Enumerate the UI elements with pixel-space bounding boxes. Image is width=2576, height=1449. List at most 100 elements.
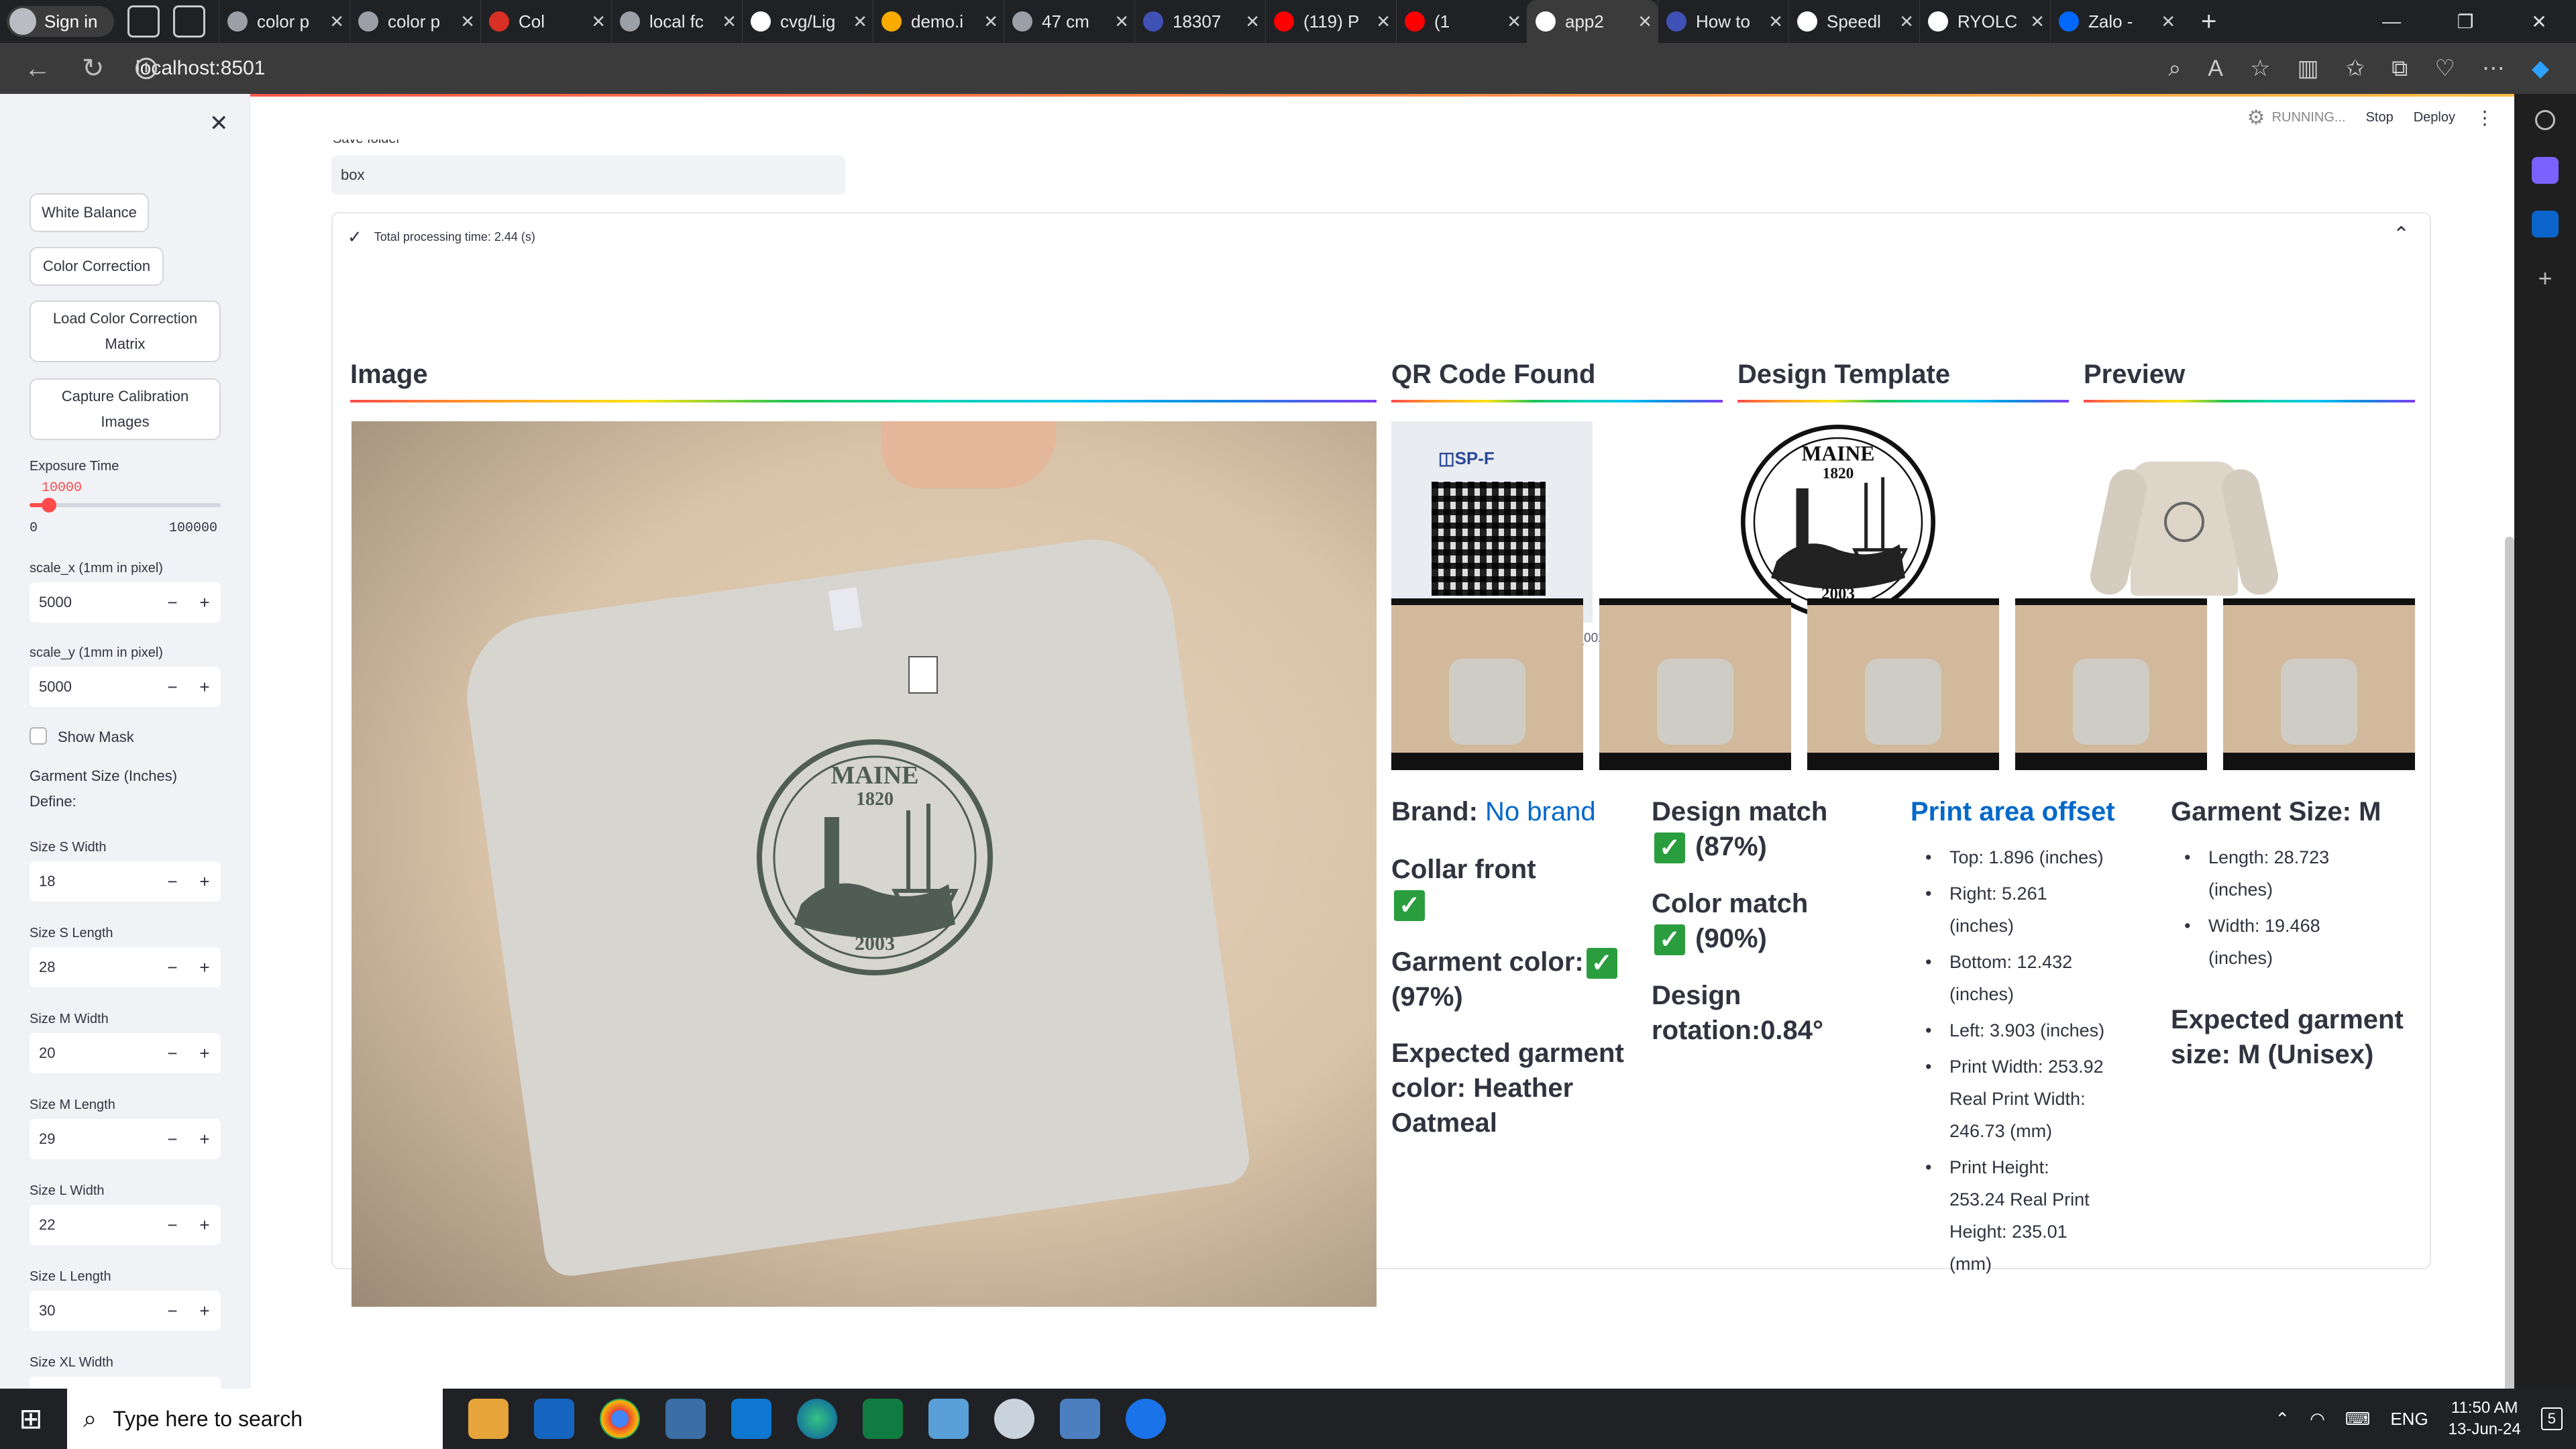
zalo-app-icon[interactable] — [1126, 1399, 1166, 1439]
restore-icon[interactable]: ❐ — [2428, 11, 2502, 33]
save-folder-input[interactable]: box — [331, 156, 845, 195]
close-tab-icon[interactable]: ✕ — [983, 11, 998, 32]
scale-x-value[interactable]: 5000 — [30, 594, 156, 611]
chrome-icon[interactable] — [600, 1399, 640, 1439]
browser-tab[interactable]: (119) P ✕ — [1265, 0, 1396, 43]
size-value[interactable]: 29 — [30, 1130, 156, 1148]
copilot-sidebar-icon[interactable] — [2532, 157, 2559, 184]
new-tab-icon[interactable]: + — [2201, 7, 2216, 37]
browser-tab[interactable]: color p ✕ — [219, 0, 350, 43]
size-input[interactable]: 18− + — [30, 861, 221, 902]
size-value[interactable]: 22 — [30, 1216, 156, 1234]
close-tab-icon[interactable]: ✕ — [1376, 11, 1391, 32]
increment-button[interactable]: + — [189, 1215, 221, 1236]
load-color-correction-matrix-button[interactable]: Load Color Correction Matrix — [30, 301, 221, 362]
decrement-button[interactable]: − — [156, 1129, 189, 1150]
outlook-icon[interactable] — [2532, 211, 2559, 237]
keyboard-icon[interactable]: ⌨ — [2345, 1409, 2371, 1430]
workspaces-icon[interactable] — [127, 5, 160, 38]
copilot-icon[interactable]: ◆ — [2532, 55, 2549, 82]
decrement-button[interactable]: − — [156, 592, 189, 613]
browser-tab[interactable]: Speedl ✕ — [1788, 0, 1919, 43]
decrement-button[interactable]: − — [156, 677, 189, 698]
size-value[interactable]: 18 — [30, 873, 156, 890]
show-mask-checkbox[interactable] — [30, 727, 47, 745]
close-tab-icon[interactable]: ✕ — [460, 11, 475, 32]
taskbar-search[interactable]: ⌕ Type here to search — [67, 1389, 443, 1449]
chevron-up-icon[interactable]: ⌃ — [2275, 1409, 2290, 1430]
close-tab-icon[interactable]: ✕ — [722, 11, 737, 32]
close-tab-icon[interactable]: ✕ — [1114, 11, 1129, 32]
add-icon[interactable]: + — [2532, 264, 2559, 292]
increment-button[interactable]: + — [189, 592, 221, 613]
close-tab-icon[interactable]: ✕ — [1899, 11, 1914, 32]
close-tab-icon[interactable]: ✕ — [329, 11, 344, 32]
read-aloud-icon[interactable]: A — [2208, 56, 2223, 82]
size-input[interactable]: 29− + — [30, 1119, 221, 1159]
store-icon[interactable] — [534, 1399, 574, 1439]
close-tab-icon[interactable]: ✕ — [591, 11, 606, 32]
decrement-button[interactable]: − — [156, 1301, 189, 1322]
browser-tab[interactable]: demo.i ✕ — [873, 0, 1004, 43]
main-menu-icon[interactable]: ⋮ — [2475, 107, 2494, 129]
browser-tab[interactable]: Col ✕ — [480, 0, 611, 43]
excel-icon[interactable] — [863, 1399, 903, 1439]
browser-tab[interactable]: RYOLC ✕ — [1919, 0, 2050, 43]
scale-y-value[interactable]: 5000 — [30, 678, 156, 696]
close-window-icon[interactable]: ✕ — [2502, 11, 2576, 33]
size-value[interactable]: 30 — [30, 1302, 156, 1320]
size-value[interactable]: 20 — [30, 1044, 156, 1062]
browser-essentials-icon[interactable]: ♡ — [2434, 55, 2455, 82]
page-scrollbar[interactable] — [2505, 537, 2514, 1389]
capture-calibration-images-button[interactable]: Capture Calibration Images — [30, 378, 221, 440]
browser-tab[interactable]: How to ✕ — [1658, 0, 1788, 43]
size-input[interactable]: 20− + — [30, 1033, 221, 1073]
vscode-icon[interactable] — [731, 1399, 771, 1439]
scale-x-input[interactable]: 5000 − + — [30, 582, 221, 623]
close-tab-icon[interactable]: ✕ — [853, 11, 867, 32]
scale-y-input[interactable]: 5000 − + — [30, 667, 221, 707]
close-tab-icon[interactable]: ✕ — [1638, 11, 1652, 32]
favorites-icon[interactable]: ✩ — [2346, 55, 2365, 82]
close-tab-icon[interactable]: ✕ — [2030, 11, 2045, 32]
search-icon[interactable] — [2535, 110, 2555, 130]
size-input[interactable]: 24−+ — [30, 1377, 221, 1389]
file-explorer-icon[interactable] — [468, 1399, 508, 1439]
language-indicator[interactable]: ENG — [2390, 1409, 2428, 1430]
browser-tab[interactable]: Zalo - ✕ — [2050, 0, 2181, 43]
split-screen-icon[interactable]: ▥ — [2297, 55, 2318, 82]
increment-button[interactable]: + — [189, 677, 221, 698]
favorite-star-icon[interactable]: ☆ — [2250, 55, 2270, 82]
sign-in-button[interactable]: Sign in — [7, 6, 114, 37]
notes-icon[interactable] — [928, 1399, 969, 1439]
tab-actions-icon[interactable] — [173, 5, 205, 38]
back-icon[interactable]: ← — [24, 54, 58, 84]
color-correction-button[interactable]: Color Correction — [30, 247, 164, 286]
browser-tab[interactable]: app2 ✕ — [1527, 0, 1658, 43]
increment-button[interactable]: + — [189, 957, 221, 978]
browser-tab[interactable]: local fc ✕ — [611, 0, 742, 43]
collapse-chevron-icon[interactable]: ⌃ — [2393, 223, 2410, 246]
increment-button[interactable]: + — [189, 871, 221, 892]
browser-tab[interactable]: color p ✕ — [350, 0, 480, 43]
slider-thumb[interactable] — [41, 498, 56, 513]
size-input[interactable]: 30− + — [30, 1291, 221, 1331]
size-value[interactable]: 28 — [30, 959, 156, 976]
wifi-icon[interactable]: ◠ — [2310, 1409, 2325, 1430]
close-tab-icon[interactable]: ✕ — [1245, 11, 1260, 32]
snipping-tool-icon[interactable] — [994, 1399, 1034, 1439]
url-field[interactable]: i localhost:8501 — [136, 57, 265, 80]
browser-tab[interactable]: (1 ✕ — [1396, 0, 1527, 43]
close-sidebar-icon[interactable]: ✕ — [209, 110, 229, 137]
collections-icon[interactable]: ⧉ — [2392, 56, 2408, 82]
size-input[interactable]: 22− + — [30, 1205, 221, 1245]
edge-icon[interactable] — [797, 1399, 837, 1439]
remote-app-icon[interactable] — [665, 1399, 706, 1439]
more-icon[interactable]: ⋯ — [2482, 55, 2505, 82]
minimize-icon[interactable]: — — [2355, 11, 2428, 32]
expander-header[interactable]: ✓ Total processing time: 2.44 (s) — [347, 227, 535, 248]
close-tab-icon[interactable]: ✕ — [1507, 11, 1521, 32]
close-tab-icon[interactable]: ✕ — [1768, 11, 1783, 32]
notification-icon[interactable]: 5 — [2540, 1407, 2563, 1430]
white-balance-button[interactable]: White Balance — [30, 193, 149, 232]
